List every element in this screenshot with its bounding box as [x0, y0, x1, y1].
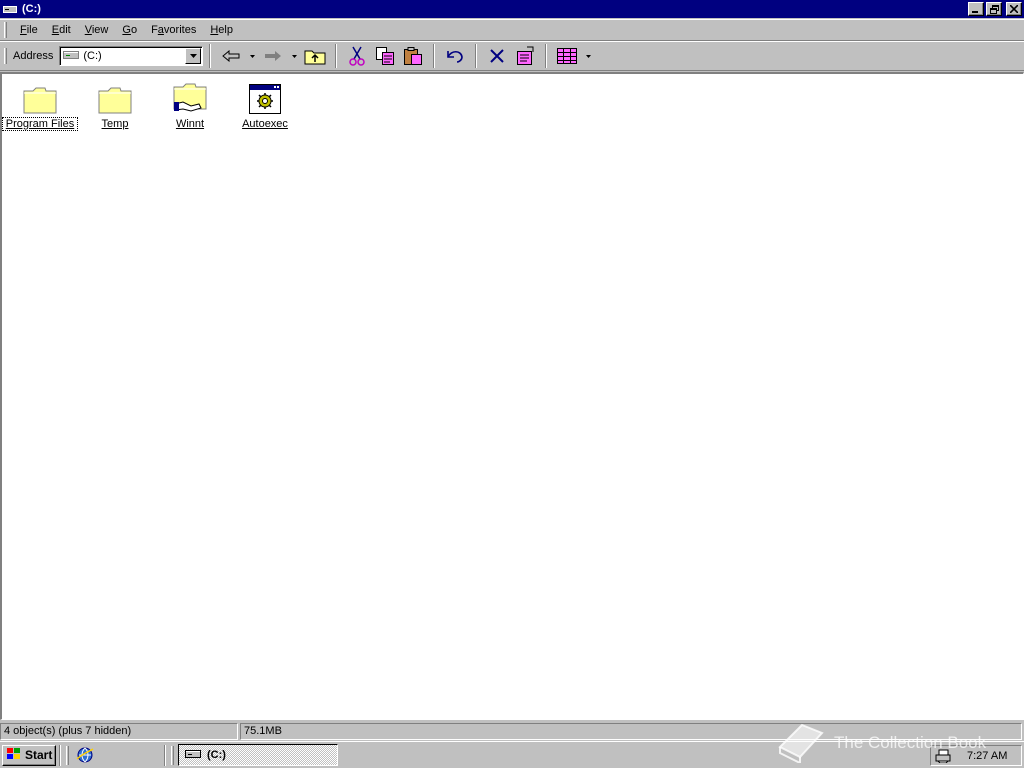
file-item-program-files[interactable]: Program Files: [2, 78, 78, 131]
file-item-winnt[interactable]: Winnt: [153, 78, 227, 130]
menu-bar: File Edit View Go Favorites Help: [0, 19, 1024, 41]
task-list-grip[interactable]: [171, 745, 174, 765]
paste-icon[interactable]: [401, 44, 425, 68]
folder-icon: [3, 78, 77, 114]
file-list-view[interactable]: Program Files Temp Winnt Autoexec: [0, 72, 1024, 720]
taskbar: Start (C:) 7:27 AM: [0, 741, 1024, 768]
file-item-label: Autoexec: [242, 118, 288, 130]
menu-go[interactable]: Go: [115, 22, 144, 38]
forward-arrow-icon[interactable]: [261, 44, 285, 68]
toolbar: Address (C:): [0, 41, 1024, 71]
back-dropdown-icon[interactable]: [245, 44, 259, 68]
file-item-autoexec[interactable]: Autoexec: [228, 78, 302, 130]
quick-launch-bar: [71, 745, 161, 766]
taskbar-separator: [59, 744, 61, 766]
drive-icon: [63, 50, 80, 63]
file-item-label: Winnt: [175, 118, 205, 130]
printer-icon[interactable]: [935, 744, 951, 768]
views-icon[interactable]: [555, 44, 579, 68]
shared-folder-icon: [153, 78, 227, 114]
toolbar-grip[interactable]: [4, 48, 7, 64]
folder-icon: [78, 78, 152, 114]
restore-button[interactable]: [986, 2, 1002, 16]
menu-grip[interactable]: [4, 22, 7, 38]
address-dropdown-button[interactable]: [185, 48, 202, 64]
menu-edit[interactable]: Edit: [45, 22, 78, 38]
title-bar: (C:): [0, 0, 1024, 18]
toolbar-separator: [209, 44, 212, 68]
menu-view[interactable]: View: [78, 22, 116, 38]
back-arrow-icon[interactable]: [219, 44, 243, 68]
menu-file[interactable]: File: [13, 22, 45, 38]
menu-help[interactable]: Help: [203, 22, 240, 38]
cut-icon[interactable]: [345, 44, 369, 68]
up-folder-icon[interactable]: [303, 44, 327, 68]
start-button[interactable]: Start: [2, 744, 56, 766]
menu-favorites[interactable]: Favorites: [144, 22, 203, 38]
toolbar-separator: [475, 44, 478, 68]
file-item-label: Temp: [101, 118, 129, 130]
copy-icon[interactable]: [373, 44, 397, 68]
windows-logo-icon: [6, 747, 22, 764]
start-label: Start: [25, 748, 53, 762]
toolbar-separator: [433, 44, 436, 68]
quick-launch-grip[interactable]: [66, 745, 69, 765]
toolbar-separator: [335, 44, 338, 68]
drive-icon: [185, 749, 201, 762]
batch-file-icon: [228, 78, 302, 114]
status-object-count: 4 object(s) (plus 7 hidden): [0, 722, 238, 740]
views-dropdown-icon[interactable]: [581, 44, 595, 68]
address-label: Address: [13, 50, 54, 62]
clock[interactable]: 7:27 AM: [967, 750, 1007, 762]
status-free-space: 75.1MB: [240, 722, 1022, 740]
properties-icon[interactable]: [513, 44, 537, 68]
minimize-button[interactable]: [968, 2, 984, 16]
status-bar: 4 object(s) (plus 7 hidden) 75.1MB: [0, 721, 1024, 741]
window-title: (C:): [22, 3, 41, 15]
file-item-temp[interactable]: Temp: [78, 78, 152, 130]
toolbar-separator: [545, 44, 548, 68]
file-item-label: Program Files: [2, 117, 78, 131]
close-button[interactable]: [1006, 2, 1022, 16]
address-value[interactable]: (C:): [83, 50, 185, 62]
internet-explorer-icon[interactable]: [73, 743, 97, 767]
delete-icon[interactable]: [485, 44, 509, 68]
drive-icon: [3, 4, 17, 14]
forward-dropdown-icon[interactable]: [287, 44, 301, 68]
taskbar-separator: [164, 744, 166, 766]
address-combobox[interactable]: (C:): [59, 46, 204, 66]
taskbar-button-label: (C:): [207, 749, 226, 761]
system-tray: 7:27 AM: [930, 745, 1022, 766]
taskbar-button-drive-c[interactable]: (C:): [178, 744, 338, 766]
undo-icon[interactable]: [443, 44, 467, 68]
